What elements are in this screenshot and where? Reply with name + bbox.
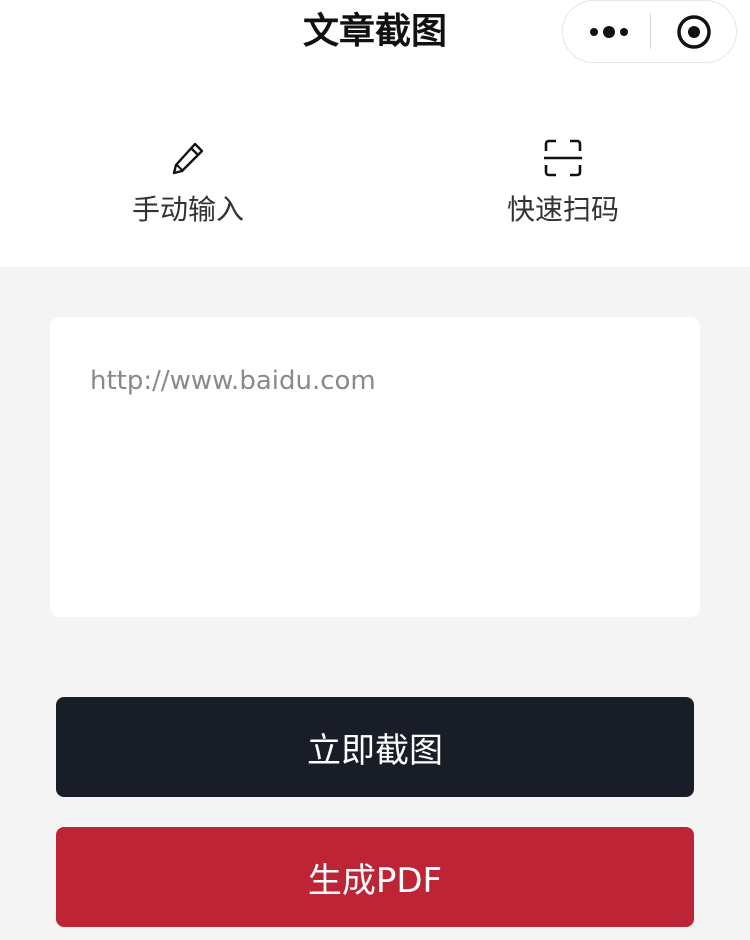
menu-capsule xyxy=(562,0,737,63)
top-panel: 文章截图 手动输入 快速扫码 xyxy=(0,0,750,267)
scan-icon xyxy=(544,139,582,177)
more-dots-icon[interactable] xyxy=(585,19,633,45)
manual-input-label: 手动输入 xyxy=(131,193,244,226)
url-input-card xyxy=(50,317,700,617)
target-icon[interactable] xyxy=(676,14,712,50)
capsule-divider xyxy=(650,13,651,49)
manual-input-tab[interactable]: 手动输入 xyxy=(88,138,288,238)
generate-pdf-button[interactable]: 生成PDF xyxy=(56,827,694,927)
screenshot-button[interactable]: 立即截图 xyxy=(56,697,694,797)
quick-scan-tab[interactable]: 快速扫码 xyxy=(463,138,663,238)
dot xyxy=(603,26,615,38)
dot xyxy=(590,28,598,36)
quick-scan-label: 快速扫码 xyxy=(506,193,619,226)
dot xyxy=(620,28,628,36)
pencil-icon xyxy=(172,142,204,175)
url-input[interactable] xyxy=(90,363,660,583)
